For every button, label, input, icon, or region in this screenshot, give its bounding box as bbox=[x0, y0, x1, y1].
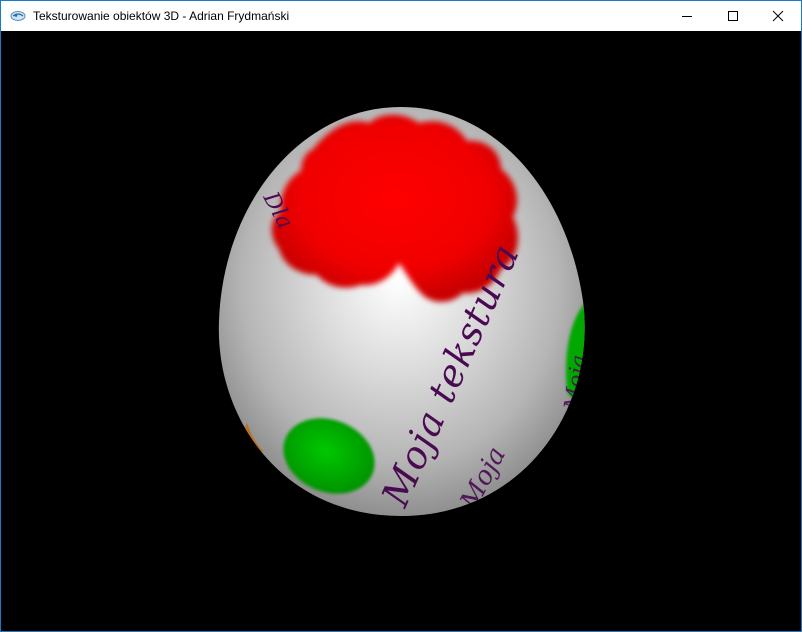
close-icon bbox=[772, 10, 784, 22]
app-window: Teksturowanie obiektów 3D - Adrian Frydm… bbox=[0, 0, 802, 632]
maximize-icon bbox=[727, 10, 739, 22]
scene-canvas: Dla Moja tekstura Moja Moja bbox=[218, 107, 585, 517]
minimize-button[interactable] bbox=[664, 1, 710, 31]
close-button[interactable] bbox=[755, 1, 801, 31]
maximize-button[interactable] bbox=[710, 1, 756, 31]
opengl-viewport[interactable]: Dla Moja tekstura Moja Moja bbox=[1, 31, 801, 631]
app-icon bbox=[10, 9, 26, 23]
window-title: Teksturowanie obiektów 3D - Adrian Frydm… bbox=[33, 9, 290, 23]
minimize-icon bbox=[681, 10, 693, 22]
title-bar[interactable]: Teksturowanie obiektów 3D - Adrian Frydm… bbox=[1, 1, 801, 31]
